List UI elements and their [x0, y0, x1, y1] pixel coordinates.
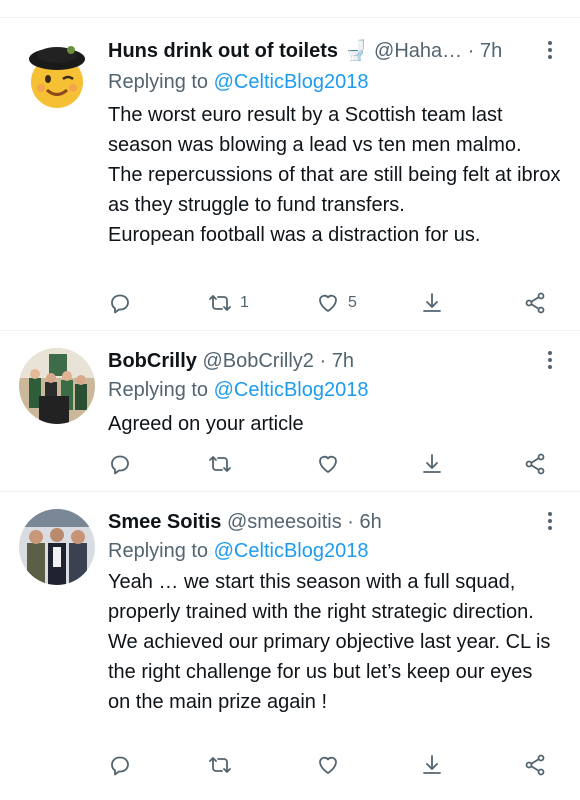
- share-button[interactable]: [523, 291, 547, 315]
- tweet-text-line: European football was a distraction for …: [108, 224, 481, 246]
- tweet-3[interactable]: Smee Soitis @smeesoitis · 6h Replying to…: [0, 492, 580, 800]
- replying-to: Replying to @CelticBlog2018: [108, 538, 368, 564]
- tweet-text: The worst euro result by a Scottish team…: [108, 100, 568, 250]
- reply-icon: [111, 455, 129, 475]
- share-nodes-icon: [525, 754, 545, 776]
- tweet-text-line: Agreed on your article: [108, 413, 304, 435]
- retweet-icon: [209, 757, 231, 773]
- replying-label: Replying to: [108, 540, 209, 562]
- share-icon: [423, 755, 441, 774]
- tweet-text: Agreed on your article: [108, 409, 568, 439]
- author-name[interactable]: BobCrilly: [108, 350, 197, 372]
- like-button[interactable]: 5: [316, 291, 357, 315]
- avatar[interactable]: [19, 38, 95, 114]
- like-icon: [319, 455, 337, 473]
- retweet-icon: [209, 295, 231, 311]
- author-name[interactable]: Huns drink out of toilets: [108, 40, 338, 62]
- tweet-actions: 1 5: [108, 291, 558, 315]
- replying-label: Replying to: [108, 379, 209, 401]
- retweet-button[interactable]: 1: [208, 291, 249, 315]
- download-button[interactable]: [420, 452, 444, 476]
- toilet-emoji-icon: 🚽: [343, 40, 369, 62]
- share-button[interactable]: [523, 753, 547, 777]
- reply-button[interactable]: [108, 291, 132, 315]
- mention-link[interactable]: @CelticBlog2018: [214, 540, 369, 562]
- like-button[interactable]: [316, 452, 340, 476]
- download-button[interactable]: [420, 291, 444, 315]
- reply-button[interactable]: [108, 452, 132, 476]
- share-nodes-icon: [525, 292, 545, 314]
- timestamp[interactable]: 7h: [480, 40, 502, 62]
- replying-label: Replying to: [108, 71, 209, 93]
- tweet-text-line: Yeah … we start this season with a full …: [108, 571, 551, 713]
- retweet-icon: [209, 456, 231, 472]
- retweet-count: 1: [240, 294, 249, 311]
- reply-button[interactable]: [108, 753, 132, 777]
- replying-to: Replying to @CelticBlog2018: [108, 377, 368, 403]
- author-handle[interactable]: @Haha…: [374, 40, 462, 62]
- avatar[interactable]: [19, 348, 95, 424]
- retweet-button[interactable]: [208, 753, 232, 777]
- like-icon: [319, 756, 337, 774]
- tweet-actions: [108, 452, 558, 476]
- tweet-1[interactable]: Huns drink out of toilets 🚽 @Haha… · 7h …: [0, 18, 580, 331]
- like-icon: [319, 294, 337, 312]
- timestamp[interactable]: 7h: [332, 350, 354, 372]
- share-icon: [423, 454, 441, 473]
- mention-link[interactable]: @CelticBlog2018: [214, 71, 369, 93]
- tweet-2[interactable]: BobCrilly @BobCrilly2 · 7h Replying to @…: [0, 331, 580, 492]
- mention-link[interactable]: @CelticBlog2018: [214, 379, 369, 401]
- more-icon[interactable]: [540, 38, 560, 64]
- separator-dot: ·: [347, 511, 354, 533]
- separator-dot: ·: [319, 350, 327, 372]
- share-button[interactable]: [523, 452, 547, 476]
- like-count: 5: [348, 294, 357, 311]
- tweet-text-line: The worst euro result by a Scottish team…: [108, 104, 522, 156]
- author-handle[interactable]: @BobCrilly2: [202, 350, 313, 372]
- like-button[interactable]: [316, 753, 340, 777]
- download-button[interactable]: [420, 753, 444, 777]
- author-name[interactable]: Smee Soitis: [108, 511, 221, 533]
- tweet-text-line: The repercussions of that are still bein…: [108, 164, 561, 216]
- share-nodes-icon: [525, 453, 545, 475]
- tweet-text: Yeah … we start this season with a full …: [108, 567, 553, 717]
- tweet-actions: [108, 753, 558, 777]
- reply-icon: [111, 756, 129, 776]
- share-icon: [423, 293, 441, 312]
- avatar[interactable]: [19, 509, 95, 585]
- timestamp[interactable]: 6h: [360, 511, 382, 533]
- replying-to: Replying to @CelticBlog2018: [108, 69, 368, 95]
- more-icon[interactable]: [540, 509, 560, 535]
- retweet-button[interactable]: [208, 452, 232, 476]
- author-handle[interactable]: @smeesoitis: [227, 511, 342, 533]
- reply-icon: [111, 294, 129, 314]
- more-icon[interactable]: [540, 348, 560, 374]
- separator-dot: ·: [467, 40, 475, 62]
